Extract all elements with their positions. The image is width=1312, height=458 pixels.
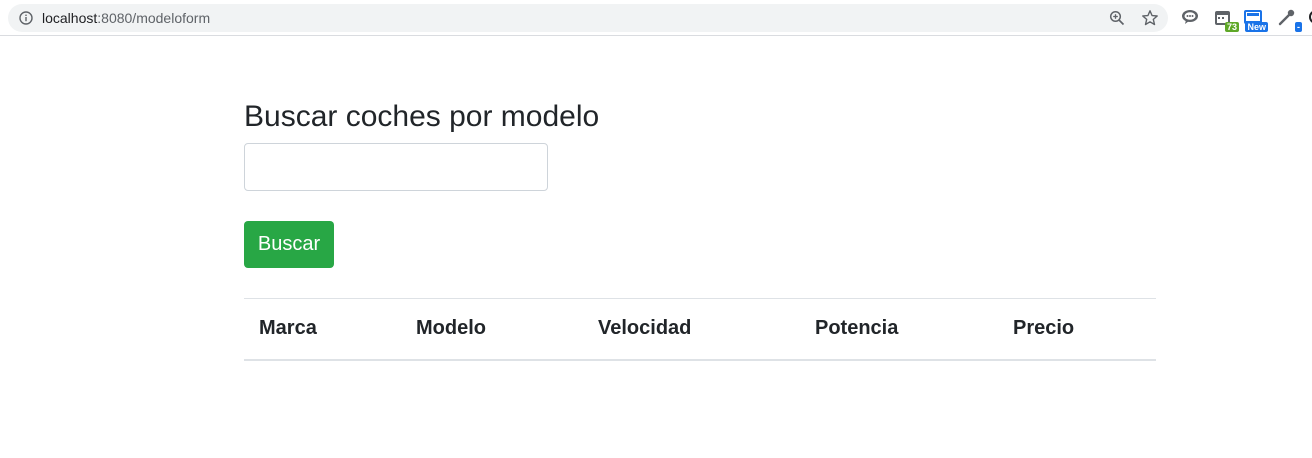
new-badge: New: [1245, 22, 1268, 32]
url-host: localhost: [42, 10, 98, 26]
column-header-precio: Precio: [998, 298, 1156, 361]
url-text[interactable]: localhost:8080/modeloform: [42, 10, 210, 26]
address-bar[interactable]: localhost:8080/modeloform: [8, 4, 1168, 32]
table-header: Marca Modelo Velocidad Potencia Precio: [244, 298, 1156, 361]
chat-bubble-extension-icon[interactable]: [1180, 8, 1202, 30]
new-extension-icon[interactable]: New: [1242, 8, 1268, 32]
page-title: Buscar coches por modelo: [244, 100, 600, 133]
column-header-modelo: Modelo: [401, 298, 583, 361]
calendar-badge: 73: [1224, 22, 1239, 32]
table-header-row: Marca Modelo Velocidad Potencia Precio: [244, 298, 1156, 361]
url-path: :8080/modeloform: [97, 10, 211, 26]
column-header-potencia: Potencia: [800, 298, 998, 361]
extension-icon[interactable]: [1305, 8, 1312, 30]
zoom-icon[interactable]: [1109, 10, 1125, 26]
eyedropper-extension-icon[interactable]: -: [1276, 8, 1302, 32]
info-icon[interactable]: [19, 11, 33, 25]
column-header-marca: Marca: [244, 298, 401, 361]
calendar-extension-icon[interactable]: 73: [1213, 8, 1239, 32]
eyedropper-badge: -: [1295, 22, 1302, 32]
column-header-velocidad: Velocidad: [583, 298, 800, 361]
star-icon[interactable]: [1141, 9, 1159, 27]
search-button[interactable]: Buscar: [244, 221, 334, 268]
model-search-input[interactable]: [244, 143, 548, 191]
results-table: Marca Modelo Velocidad Potencia Precio: [244, 298, 1156, 361]
browser-toolbar: localhost:8080/modeloform 73 New -: [0, 0, 1312, 36]
